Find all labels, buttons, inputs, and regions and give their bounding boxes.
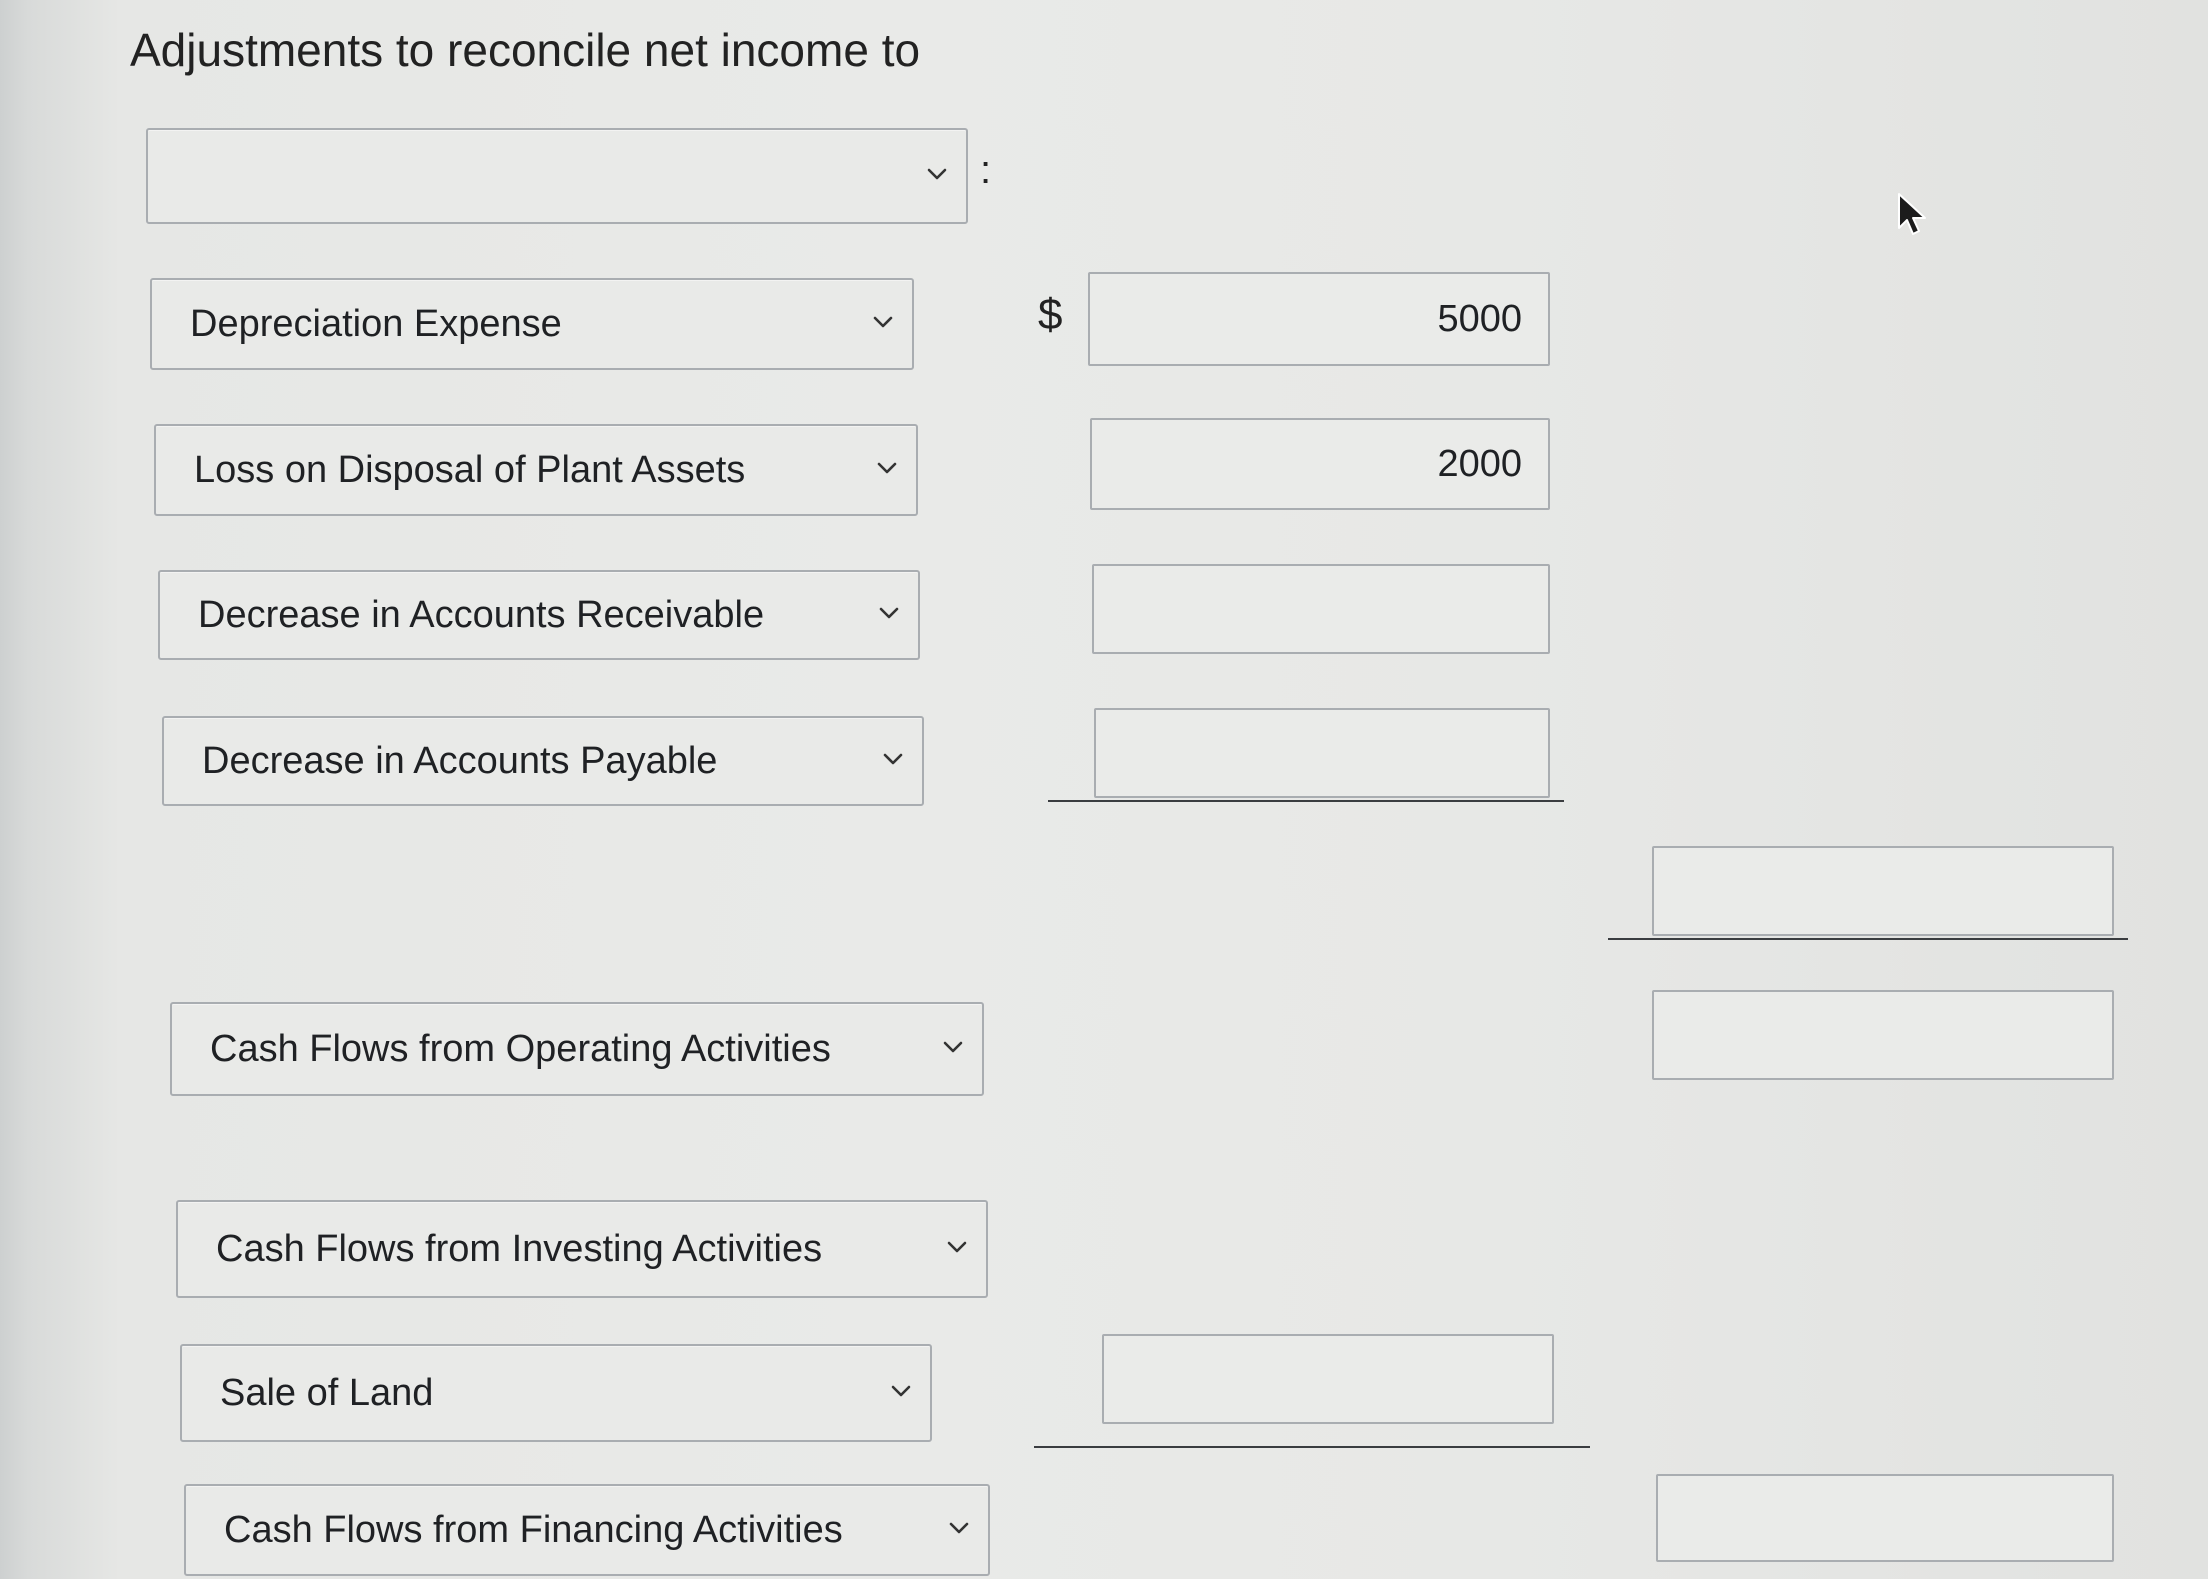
dollar-sign: $ bbox=[1038, 290, 1063, 339]
decrease-accounts-payable-select[interactable]: Decrease in Accounts Payable bbox=[162, 716, 924, 806]
financing-activities-amount-input[interactable] bbox=[1656, 1474, 2114, 1562]
select-value: Cash Flows from Financing Activities bbox=[224, 1508, 843, 1551]
chevron-down-icon bbox=[944, 1513, 974, 1543]
chevron-down-icon bbox=[872, 453, 902, 483]
select-value: Decrease in Accounts Payable bbox=[202, 739, 718, 782]
subtotal-rule bbox=[1048, 800, 1564, 802]
investing-activities-select[interactable]: Cash Flows from Investing Activities bbox=[176, 1200, 988, 1298]
sale-of-land-select[interactable]: Sale of Land bbox=[180, 1344, 932, 1442]
decrease-accounts-receivable-amount-input[interactable] bbox=[1092, 564, 1550, 654]
chevron-down-icon bbox=[922, 159, 952, 189]
net-income-reconcile-select[interactable] bbox=[146, 128, 968, 224]
chevron-down-icon bbox=[886, 1376, 916, 1406]
chevron-down-icon bbox=[878, 744, 908, 774]
depreciation-amount-input[interactable] bbox=[1088, 272, 1550, 366]
select-value: Depreciation Expense bbox=[190, 302, 562, 345]
chevron-down-icon bbox=[868, 307, 898, 337]
loss-on-disposal-amount-input[interactable] bbox=[1090, 418, 1550, 510]
operating-activities-amount-input[interactable] bbox=[1652, 990, 2114, 1080]
select-value: Decrease in Accounts Receivable bbox=[198, 593, 765, 636]
investing-subtotal-rule bbox=[1034, 1446, 1590, 1448]
depreciation-expense-select[interactable]: Depreciation Expense bbox=[150, 278, 914, 370]
operating-activities-select[interactable]: Cash Flows from Operating Activities bbox=[170, 1002, 984, 1096]
select-value: Loss on Disposal of Plant Assets bbox=[194, 448, 746, 491]
adjustments-total-input[interactable] bbox=[1652, 846, 2114, 936]
decrease-accounts-payable-amount-input[interactable] bbox=[1094, 708, 1550, 798]
loss-on-disposal-select[interactable]: Loss on Disposal of Plant Assets bbox=[154, 424, 918, 516]
section-heading: Adjustments to reconcile net income to bbox=[130, 24, 921, 76]
select-value: Sale of Land bbox=[220, 1371, 434, 1414]
chevron-down-icon bbox=[874, 598, 904, 628]
select-value: Cash Flows from Investing Activities bbox=[216, 1227, 823, 1270]
sale-of-land-amount-input[interactable] bbox=[1102, 1334, 1554, 1424]
chevron-down-icon bbox=[942, 1232, 972, 1262]
total-rule bbox=[1608, 938, 2128, 940]
mouse-pointer-icon bbox=[1896, 192, 1930, 240]
colon-text: : bbox=[980, 148, 992, 192]
financing-activities-select[interactable]: Cash Flows from Financing Activities bbox=[184, 1484, 990, 1576]
select-value: Cash Flows from Operating Activities bbox=[210, 1027, 831, 1070]
chevron-down-icon bbox=[938, 1032, 968, 1062]
decrease-accounts-receivable-select[interactable]: Decrease in Accounts Receivable bbox=[158, 570, 920, 660]
